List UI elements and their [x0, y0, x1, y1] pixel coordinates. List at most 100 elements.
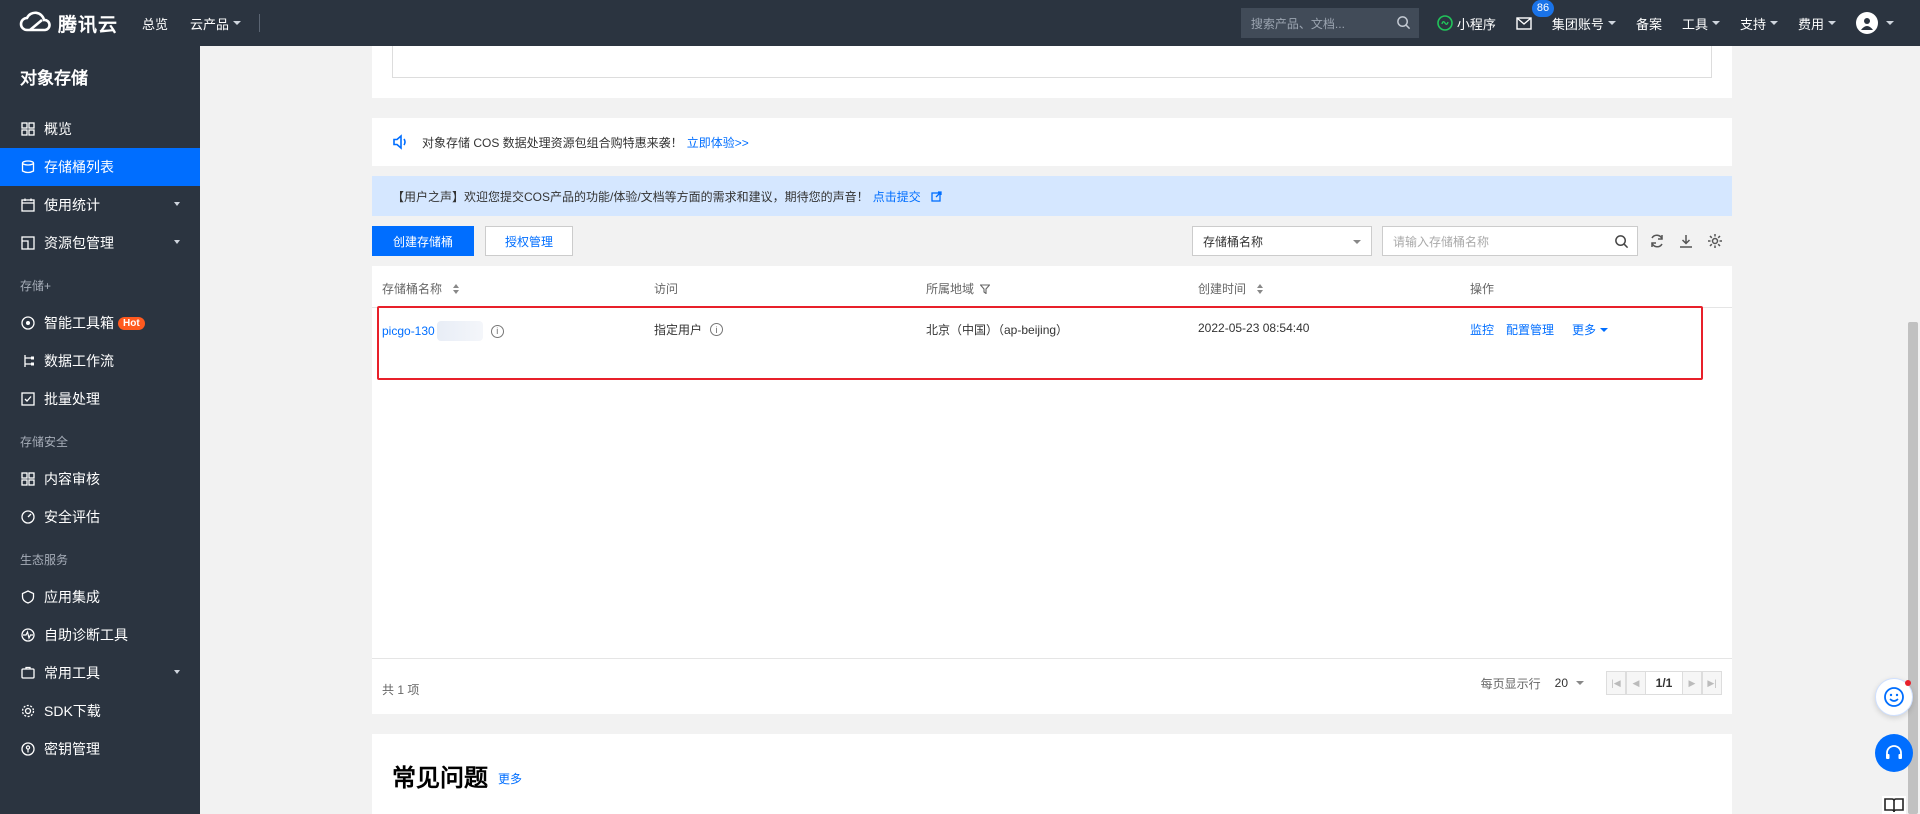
refresh-icon[interactable]	[1649, 233, 1665, 249]
bucket-table: 存储桶名称 访问 所属地域 创建时间 操作 picgo-130 i 指定用户 i	[372, 266, 1732, 714]
search-icon[interactable]	[1396, 15, 1411, 30]
speaker-icon	[393, 134, 406, 150]
bucket-search-input[interactable]: 请输入存储桶名称	[1382, 226, 1638, 256]
monitor-link[interactable]: 监控	[1470, 321, 1494, 338]
sidebar-item-self-diagnosis[interactable]: 自助诊断工具	[0, 616, 200, 654]
user-menu[interactable]	[1856, 12, 1894, 34]
sidebar-item-label: 安全评估	[44, 509, 100, 525]
book-button[interactable]	[1882, 796, 1906, 814]
auth-management-button[interactable]: 授权管理	[485, 226, 573, 256]
message-button[interactable]: 86	[1516, 0, 1555, 30]
customer-service-button[interactable]	[1875, 734, 1913, 772]
column-header-region[interactable]: 所属地域	[926, 280, 991, 297]
hot-badge: Hot	[118, 316, 145, 330]
faq-section: 常见问题 更多	[372, 734, 1732, 814]
shield-icon	[20, 589, 36, 605]
column-header-name[interactable]: 存储桶名称	[382, 280, 460, 297]
external-link-icon[interactable]	[931, 190, 942, 202]
chevron-down-icon	[1886, 21, 1894, 25]
nav-cloud-products-label: 云产品	[190, 16, 230, 32]
account-menu[interactable]: 集团账号	[1552, 14, 1616, 33]
sidebar-item-label: 常用工具	[44, 665, 100, 681]
sidebar-item-security-assessment[interactable]: 安全评估	[0, 498, 200, 536]
last-page-button[interactable]: ▶|	[1702, 671, 1722, 695]
promo-text: 对象存储 COS 数据处理资源包组合购特惠来袭！	[422, 135, 683, 150]
sidebar-item-resource-package[interactable]: 资源包管理	[0, 224, 200, 262]
nav-overview[interactable]: 总览	[142, 14, 168, 33]
sidebar-item-overview[interactable]: 概览	[0, 110, 200, 148]
search-field-select[interactable]: 存储桶名称	[1192, 226, 1372, 256]
tools-label: 工具	[1681, 16, 1708, 32]
notification-dot	[1905, 680, 1911, 686]
account-label: 集团账号	[1551, 16, 1604, 32]
wrench-icon	[20, 665, 36, 681]
bucket-name-link[interactable]: picgo-130	[382, 324, 435, 338]
sidebar-item-key-management[interactable]: 密钥管理	[0, 730, 200, 768]
create-bucket-button[interactable]: 创建存储桶	[372, 226, 474, 256]
info-icon[interactable]: i	[490, 324, 504, 338]
sidebar-item-data-workflow[interactable]: 数据工作流	[0, 342, 200, 380]
access-cell: 指定用户 i	[654, 321, 724, 338]
avatar	[1856, 12, 1878, 34]
billing-menu[interactable]: 费用	[1798, 14, 1836, 33]
support-menu[interactable]: 支持	[1740, 14, 1778, 33]
chevron-down-icon	[1353, 240, 1361, 244]
column-header-label: 创建时间	[1198, 282, 1247, 296]
sidebar-item-batch[interactable]: 批量处理	[0, 380, 200, 418]
first-page-button[interactable]: |◀	[1606, 671, 1626, 695]
scrollbar-thumb[interactable]	[1908, 322, 1918, 814]
sidebar-item-content-review[interactable]: 内容审核	[0, 460, 200, 498]
bucket-name-cell: picgo-130 i	[382, 321, 504, 341]
sidebar-item-sdk-download[interactable]: SDK下载	[0, 692, 200, 730]
sort-icon[interactable]	[452, 283, 460, 294]
nav-cloud-products[interactable]: 云产品	[190, 14, 242, 33]
sidebar-item-usage-stats[interactable]: 使用统计	[0, 186, 200, 224]
message-count-badge: 86	[1531, 0, 1555, 17]
calendar-icon	[20, 197, 36, 213]
global-search-placeholder: 搜索产品、文档...	[1250, 16, 1345, 31]
page-size-select[interactable]: 20	[1555, 676, 1584, 690]
sidebar-item-label: 应用集成	[44, 589, 100, 605]
user-voice-submit-link[interactable]: 点击提交	[873, 188, 921, 205]
sidebar-item-bucket-list[interactable]: 存储桶列表	[0, 148, 200, 186]
settings-icon[interactable]	[1707, 233, 1723, 249]
sidebar-item-smart-toolbox[interactable]: 智能工具箱 Hot	[0, 304, 200, 342]
sidebar-item-label: 资源包管理	[44, 235, 114, 251]
grid-icon	[20, 121, 36, 137]
promo-link[interactable]: 立即体验>>	[687, 134, 749, 151]
page-indicator: 1/1	[1646, 671, 1682, 695]
filter-icon[interactable]	[980, 283, 991, 294]
global-search-input[interactable]: 搜索产品、文档...	[1240, 8, 1419, 38]
download-icon[interactable]	[1678, 233, 1694, 249]
search-field-select-value: 存储桶名称	[1203, 234, 1264, 249]
beian-link[interactable]: 备案	[1636, 14, 1662, 33]
more-menu[interactable]: 更多	[1572, 321, 1609, 338]
column-header-label: 操作	[1470, 282, 1495, 296]
config-link[interactable]: 配置管理	[1506, 321, 1554, 338]
miniprogram-link[interactable]: 小程序	[1437, 14, 1496, 33]
column-header-created[interactable]: 创建时间	[1198, 280, 1264, 297]
next-page-button[interactable]: ▶	[1682, 671, 1702, 695]
info-icon[interactable]: i	[710, 323, 724, 336]
sidebar-item-app-integration[interactable]: 应用集成	[0, 578, 200, 616]
prev-page-button[interactable]: ◀	[1626, 671, 1646, 695]
bucket-search-placeholder: 请输入存储桶名称	[1393, 234, 1490, 249]
actions-cell: 监控 配置管理 更多	[1470, 321, 1609, 338]
column-header-label: 存储桶名称	[382, 282, 443, 296]
sort-icon[interactable]	[1256, 283, 1264, 294]
faq-more-link[interactable]: 更多	[498, 770, 522, 787]
chevron-down-icon	[174, 670, 180, 674]
table-header: 存储桶名称 访问 所属地域 创建时间 操作	[372, 266, 1732, 308]
page-size-label: 每页显示行	[1480, 676, 1541, 691]
chevron-down-icon	[1607, 21, 1616, 25]
column-header-label: 所属地域	[926, 282, 975, 296]
headset-icon	[1886, 745, 1902, 759]
search-icon[interactable]	[1614, 234, 1629, 249]
brand-logo[interactable]: 腾讯云	[0, 10, 132, 37]
sidebar-item-label: 存储桶列表	[44, 159, 114, 175]
previous-panel	[372, 46, 1732, 98]
bucket-toolbar: 创建存储桶 授权管理 存储桶名称 请输入存储桶名称	[372, 226, 1732, 256]
tools-menu[interactable]: 工具	[1682, 14, 1720, 33]
access-value: 指定用户	[654, 323, 703, 337]
sidebar-item-common-tools[interactable]: 常用工具	[0, 654, 200, 692]
